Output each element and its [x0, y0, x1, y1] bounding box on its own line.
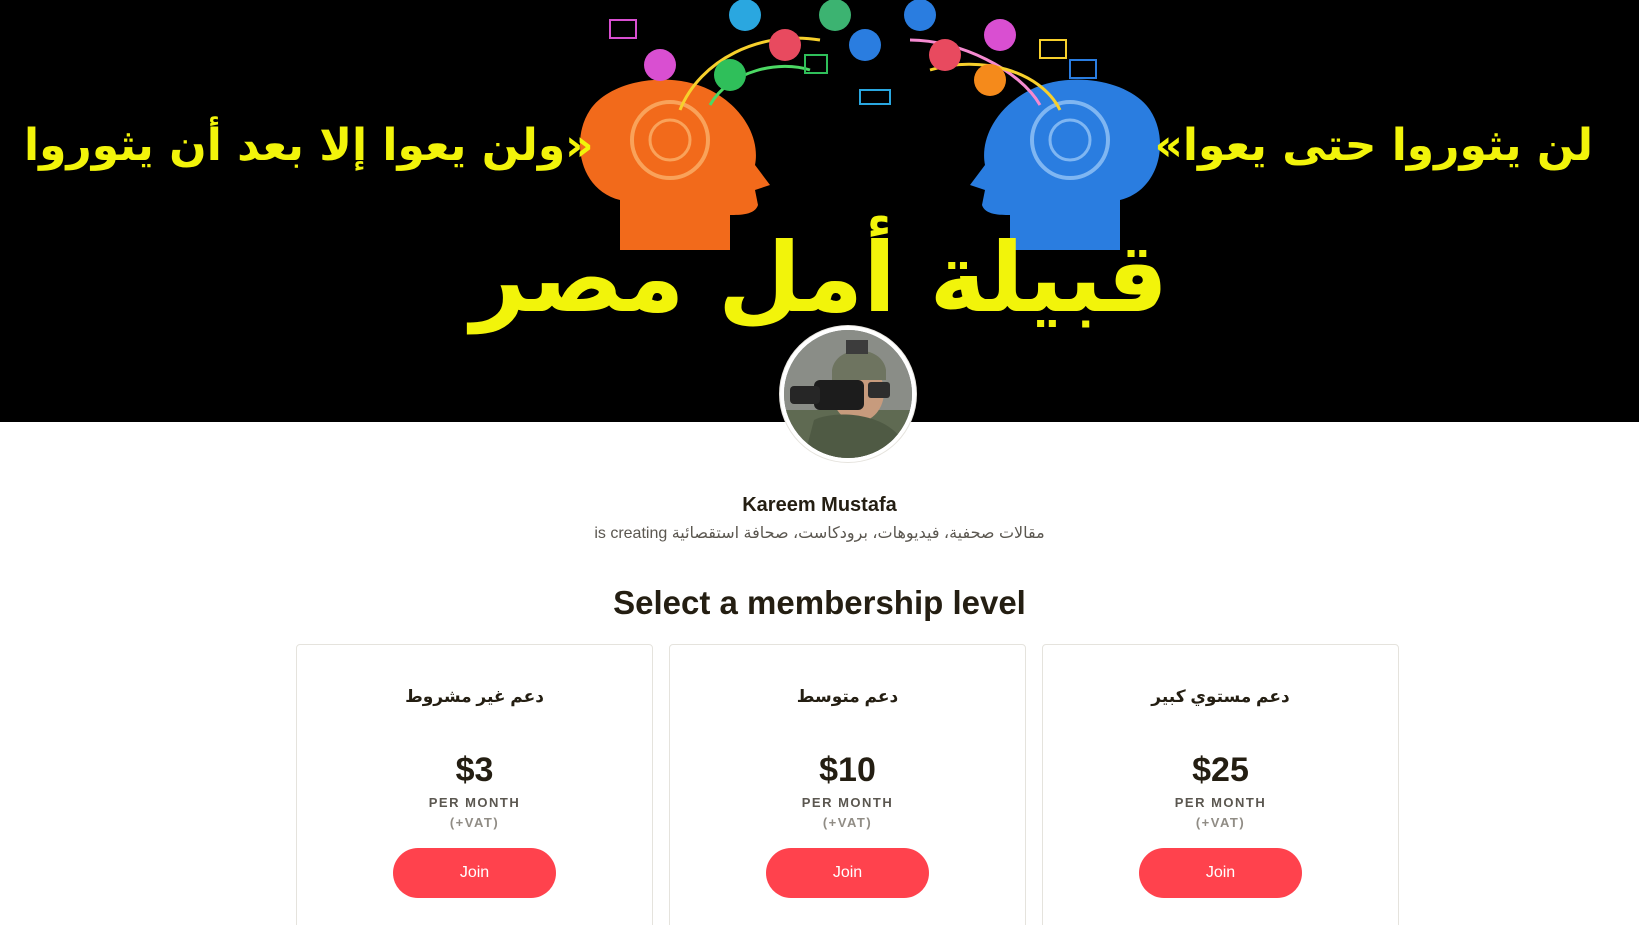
- tier-name: دعم مستوي كبير: [1151, 687, 1290, 706]
- tier-vat: (+VAT): [449, 815, 500, 830]
- membership-section-title: Select a membership level: [613, 584, 1026, 621]
- tier-price: $25: [1192, 751, 1249, 789]
- tier-card-3: دعم مستوي كبير $25 PER MONTH (+VAT) Join: [1042, 644, 1399, 925]
- cover-quote-right: «لن يثوروا حتى يعوا: [1154, 120, 1593, 171]
- tier-price: $3: [455, 751, 494, 789]
- tier-card-2: دعم متوسط $10 PER MONTH (+VAT) Join: [669, 644, 1026, 925]
- tier-period: PER MONTH: [801, 795, 894, 810]
- tier-vat: (+VAT): [1195, 815, 1246, 830]
- brain-heads-illustration: [580, 0, 1160, 250]
- avatar[interactable]: [780, 326, 916, 462]
- tier-vat: (+VAT): [822, 815, 873, 830]
- cover-quote-left: ولن يعوا إلا بعد أن يثوروا»: [24, 120, 594, 171]
- join-button[interactable]: Join: [766, 848, 929, 898]
- cover-title: قبيلة أمل مصر: [470, 222, 1169, 334]
- tier-name: دعم غير مشروط: [405, 687, 544, 706]
- tier-period: PER MONTH: [428, 795, 521, 810]
- creator-name: Kareem Mustafa: [742, 494, 897, 516]
- creator-tagline: مقالات صحفية، فيديوهات، برودكاست، صحافة …: [594, 525, 1045, 542]
- tier-price: $10: [819, 751, 876, 789]
- camera-operator-photo-icon: [784, 330, 912, 458]
- tier-name: دعم متوسط: [796, 687, 899, 706]
- tier-period: PER MONTH: [1174, 795, 1267, 810]
- join-button[interactable]: Join: [393, 848, 556, 898]
- join-button[interactable]: Join: [1139, 848, 1302, 898]
- tier-card-1: دعم غير مشروط $3 PER MONTH (+VAT) Join: [296, 644, 653, 925]
